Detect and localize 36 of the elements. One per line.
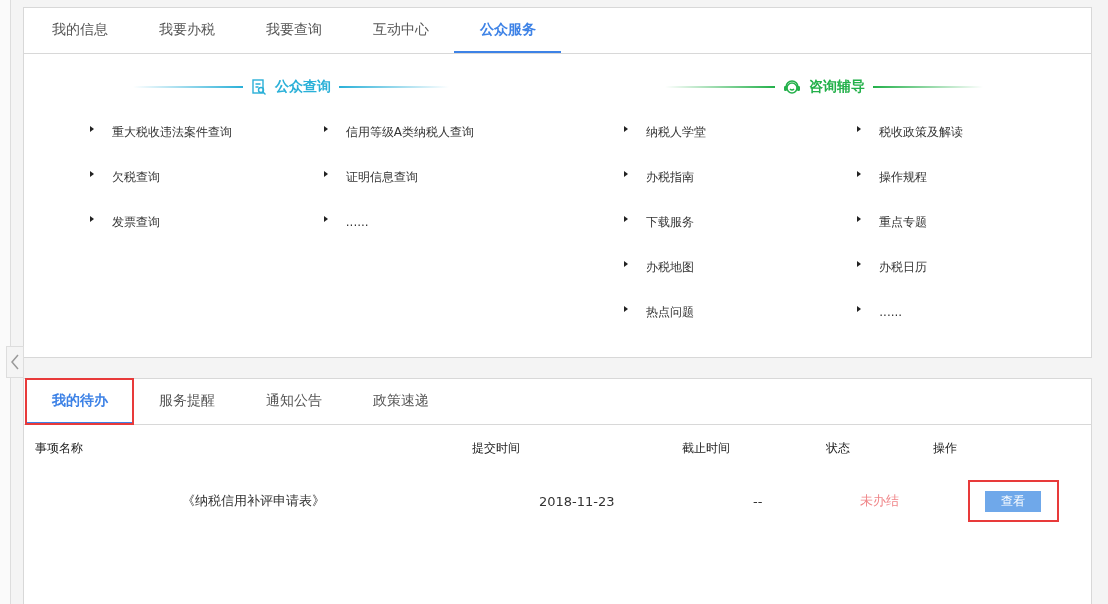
column-header: 操作 bbox=[933, 440, 958, 457]
service-link[interactable]: 税收政策及解读 bbox=[879, 123, 964, 141]
service-link[interactable]: 纳税人学堂 bbox=[645, 123, 706, 141]
service-link[interactable]: 办税指南 bbox=[645, 168, 694, 186]
column-header: 事项名称 bbox=[35, 440, 84, 457]
column-header: 提交时间 bbox=[472, 440, 521, 457]
service-link[interactable]: ...... bbox=[345, 215, 369, 229]
tab[interactable]: 政策速递 bbox=[347, 379, 454, 424]
service-link[interactable]: 热点问题 bbox=[645, 303, 694, 321]
service-link[interactable]: 操作规程 bbox=[879, 168, 928, 186]
column-header: 截止时间 bbox=[682, 440, 731, 457]
service-link[interactable]: 办税日历 bbox=[879, 258, 928, 276]
service-link[interactable]: 欠税查询 bbox=[112, 168, 160, 186]
service-link[interactable]: 下载服务 bbox=[645, 213, 694, 231]
service-link[interactable]: 重点专题 bbox=[879, 213, 928, 231]
tab[interactable]: 服务提醒 bbox=[133, 379, 240, 424]
tab[interactable]: 公众服务 bbox=[454, 8, 561, 53]
table-cell: 《纳税信用补评申请表》 bbox=[182, 492, 325, 510]
table-cell-text: 2018-11-23 bbox=[538, 493, 615, 509]
tab[interactable]: 通知公告 bbox=[240, 379, 347, 424]
column-header: 状态 bbox=[826, 440, 851, 457]
section-title: 咨询辅导 bbox=[809, 78, 866, 96]
tab[interactable]: 互动中心 bbox=[347, 8, 454, 53]
table-cell-text: -- bbox=[752, 493, 763, 509]
service-link[interactable]: ...... bbox=[879, 305, 903, 319]
service-link[interactable]: 办税地图 bbox=[645, 258, 694, 276]
status-text: 未办结 bbox=[859, 492, 899, 510]
service-link[interactable]: 重大税收违法案件查询 bbox=[112, 123, 232, 141]
tab[interactable]: 我的信息 bbox=[26, 8, 133, 53]
service-link[interactable]: 信用等级A类纳税人查询 bbox=[345, 123, 474, 141]
section-title: 公众查询 bbox=[274, 78, 331, 96]
tab[interactable]: 我的待办 bbox=[26, 379, 133, 424]
tab[interactable]: 我要办税 bbox=[133, 8, 240, 53]
service-link[interactable]: 发票查询 bbox=[112, 213, 160, 231]
tab[interactable]: 我要查询 bbox=[240, 8, 347, 53]
service-link[interactable]: 证明信息查询 bbox=[345, 168, 418, 186]
